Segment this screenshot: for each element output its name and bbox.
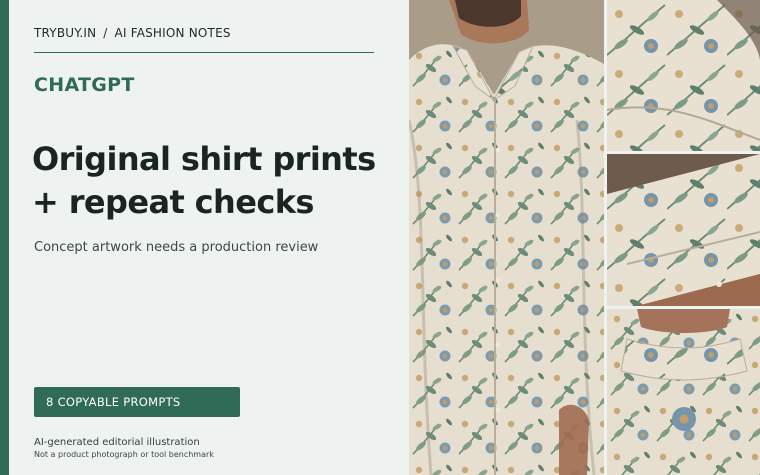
model-shirt-photo	[409, 0, 604, 475]
shoulder-detail-photo	[607, 0, 760, 151]
collar-back-detail-photo	[607, 309, 760, 475]
brand-header: TRYBUY.IN / AI FASHION NOTES	[34, 26, 374, 40]
section-name[interactable]: AI FASHION NOTES	[115, 26, 231, 40]
page-title: Original shirt prints + repeat checks	[32, 138, 402, 224]
source-label: CHATGPT	[34, 74, 135, 96]
prompts-button[interactable]: 8 COPYABLE PROMPTS	[34, 387, 240, 417]
title-line-1: Original shirt prints	[32, 140, 376, 178]
brand-name[interactable]: TRYBUY.IN	[34, 26, 96, 40]
brand-separator: /	[103, 26, 108, 40]
accent-bar	[0, 0, 9, 475]
text-panel: TRYBUY.IN / AI FASHION NOTES CHATGPT Origi…	[9, 0, 409, 475]
disclaimer: AI-generated editorial illustration Not …	[34, 436, 214, 461]
disclaimer-line-1: AI-generated editorial illustration	[34, 437, 200, 448]
subtitle: Concept artwork needs a production revie…	[34, 240, 319, 255]
disclaimer-line-2: Not a product photograph or tool benchma…	[34, 450, 214, 459]
cuff-detail-photo	[607, 154, 760, 306]
title-line-2: + repeat checks	[32, 183, 314, 221]
header-divider	[34, 52, 374, 53]
